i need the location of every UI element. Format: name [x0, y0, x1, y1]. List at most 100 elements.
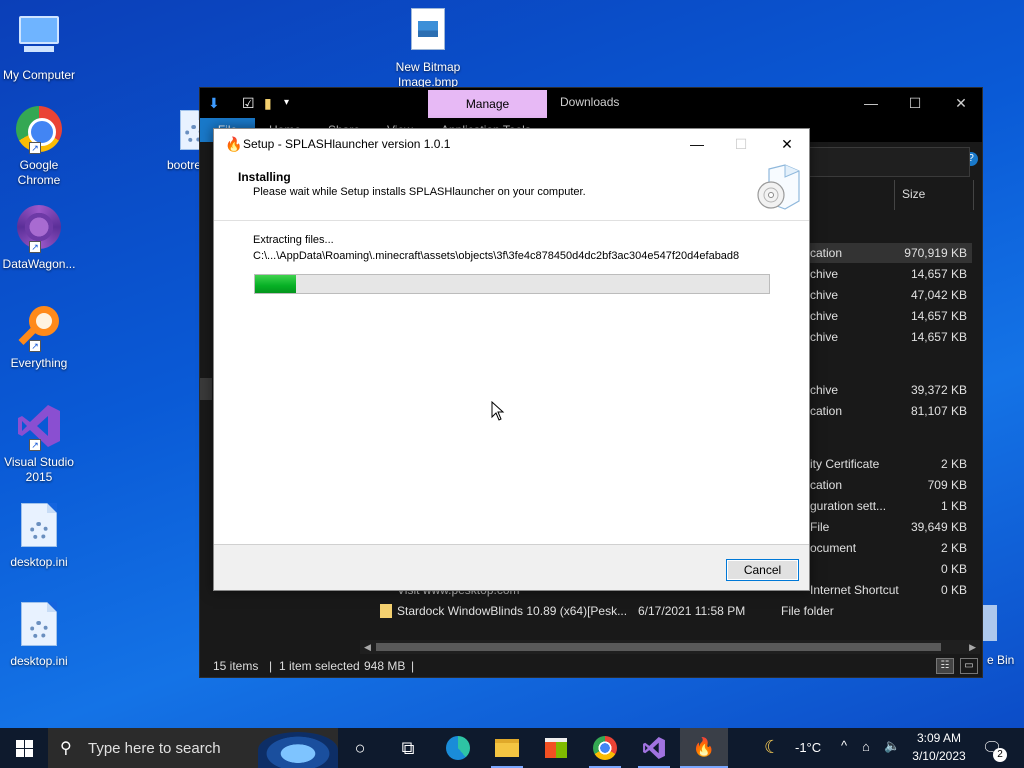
minimize-button[interactable]: — — [848, 88, 894, 118]
weather-temperature[interactable]: -1°C — [795, 740, 821, 755]
file-type[interactable]: chive — [810, 288, 838, 302]
maximize-button: ☐ — [734, 136, 748, 152]
tab-manage[interactable]: Manage — [428, 90, 547, 118]
file-type[interactable]: chive — [810, 383, 838, 397]
my-computer-icon — [15, 16, 63, 64]
close-button[interactable]: ✕ — [764, 129, 810, 159]
setup-flame-taskbar-icon[interactable]: 🔥 — [680, 728, 728, 768]
show-hidden-icons-chevron-icon[interactable]: ^ — [841, 738, 847, 753]
selection-count: 1 item selected — [279, 659, 360, 673]
setup-titlebar: 🔥 Setup - SPLASHlauncher version 1.0.1 —… — [214, 129, 809, 159]
recycle-bin-label: e Bin — [987, 653, 1015, 667]
file-name[interactable]: Stardock WindowBlinds 10.89 (x64)[Pesk..… — [397, 604, 627, 618]
volume-icon[interactable]: 🔈 — [884, 738, 900, 754]
shortcut-arrow-icon: ↗ — [29, 340, 41, 352]
navigation-pane-scrollbar[interactable] — [200, 378, 212, 400]
maximize-button[interactable]: ☐ — [892, 88, 938, 118]
cortana-icon[interactable]: ○ — [336, 728, 384, 768]
file-type[interactable]: File — [810, 520, 829, 534]
desktop-icon-everything[interactable]: ↗ Everything — [0, 304, 81, 371]
large-icons-view-icon[interactable]: ▭ — [960, 658, 978, 674]
shortcut-arrow-icon: ↗ — [29, 142, 41, 154]
desktop-icon-google-chrome[interactable]: ↗ Google Chrome — [0, 106, 81, 188]
page-subheading: Please wait while Setup installs SPLASHl… — [253, 186, 586, 198]
file-type[interactable]: cation — [810, 404, 842, 418]
download-arrow-icon[interactable]: ⬇ — [208, 95, 222, 111]
scroll-right-icon[interactable]: ▶ — [969, 640, 976, 654]
desktop-icon-label: Everything — [10, 356, 68, 370]
item-count: 15 items — [213, 659, 259, 673]
desktop-icon-new-bitmap[interactable]: New Bitmap Image.bmp — [386, 8, 470, 90]
status-divider: | — [269, 659, 273, 673]
setup-body: Extracting files... C:\...\AppData\Roami… — [214, 220, 809, 545]
file-type[interactable]: ity Certificate — [810, 457, 879, 471]
horizontal-scrollbar[interactable]: ◀ ▶ — [360, 640, 980, 654]
desktop-icon-label: My Computer — [2, 68, 76, 82]
file-type[interactable]: ocument — [810, 541, 856, 555]
flame-icon: 🔥 — [225, 136, 243, 152]
bitmap-file-icon — [404, 8, 452, 56]
file-type[interactable]: chive — [810, 267, 838, 281]
file-explorer-icon[interactable] — [483, 728, 531, 768]
desktop-icon-label: DataWagon... — [2, 257, 76, 271]
file-size: 1 KB — [940, 499, 967, 513]
taskbar-search-box[interactable]: ⚲ Type here to search — [48, 728, 338, 768]
mouse-cursor-icon — [491, 401, 505, 421]
file-folder-icon — [380, 604, 392, 618]
properties-icon[interactable]: ☑ — [242, 95, 256, 111]
file-type[interactable]: cation — [810, 246, 842, 260]
file-size: 14,657 KB — [910, 267, 967, 281]
current-file-path: C:\...\AppData\Roaming\.minecraft\assets… — [253, 250, 740, 262]
microsoft-store-icon[interactable] — [532, 728, 580, 768]
clock-time[interactable]: 3:09 AM — [911, 731, 967, 745]
desktop-icon-datawagon[interactable]: ↗ DataWagon... — [0, 205, 81, 272]
file-type: File folder — [781, 604, 834, 618]
file-size: 970,919 KB — [904, 246, 967, 260]
column-header-size[interactable]: Size — [902, 187, 925, 201]
desktop-icon-my-computer[interactable]: My Computer — [0, 10, 81, 83]
window-title: Downloads — [560, 95, 620, 109]
column-divider[interactable] — [973, 180, 974, 210]
visual-studio-icon: ↗ — [15, 403, 63, 451]
desktop-icon-label: desktop.ini — [10, 654, 68, 668]
file-type[interactable]: guration sett... — [810, 499, 886, 513]
desktop-icon-label: Visual Studio 2015 — [4, 455, 74, 484]
task-view-icon[interactable]: ⧉ — [384, 728, 432, 768]
file-size: 14,657 KB — [910, 330, 967, 344]
start-button[interactable] — [0, 728, 48, 768]
file-type[interactable]: cation — [810, 478, 842, 492]
chrome-icon[interactable] — [581, 728, 629, 768]
minimize-button[interactable]: — — [674, 129, 720, 159]
new-folder-icon[interactable]: ▮ — [264, 95, 278, 111]
scrollbar-thumb[interactable] — [376, 643, 941, 651]
search-input[interactable] — [790, 147, 970, 177]
column-divider[interactable] — [894, 180, 895, 210]
progress-bar-fill — [255, 275, 297, 293]
details-view-icon[interactable]: ☷ — [936, 658, 954, 674]
desktop-icon-label: Google Chrome — [17, 158, 61, 187]
edge-icon[interactable] — [434, 728, 482, 768]
file-date: 6/17/2021 11:58 PM — [638, 604, 746, 618]
cancel-button[interactable]: Cancel — [726, 559, 799, 581]
notification-count-badge: 2 — [993, 748, 1007, 762]
file-size: 2 KB — [940, 541, 967, 555]
close-button[interactable]: ✕ — [938, 88, 984, 118]
desktop-icon-desktop-ini-2[interactable]: desktop.ini — [0, 602, 81, 669]
desktop-icon-visual-studio[interactable]: ↗ Visual Studio 2015 — [0, 403, 81, 485]
status-text: Extracting files... — [253, 234, 334, 246]
explorer-titlebar: ⬇ ☑ ▮ ▾ Manage Downloads — ☐ ✕ — [200, 88, 982, 118]
file-size: 39,649 KB — [910, 520, 967, 534]
clock-date[interactable]: 3/10/2023 — [911, 749, 967, 763]
file-size: 0 KB — [940, 583, 967, 597]
desktop-icon-desktop-ini-1[interactable]: desktop.ini — [0, 503, 81, 570]
network-icon[interactable]: ⌂ — [862, 739, 870, 754]
visual-studio-icon[interactable] — [630, 728, 678, 768]
customize-quick-access-icon[interactable]: ▾ — [284, 95, 298, 111]
status-divider: | — [411, 659, 415, 673]
file-type[interactable]: chive — [810, 309, 838, 323]
weather-moon-icon[interactable]: ☾ — [764, 737, 780, 758]
scroll-left-icon[interactable]: ◀ — [364, 640, 371, 654]
search-highlight-art-icon[interactable] — [258, 732, 338, 768]
file-type[interactable]: chive — [810, 330, 838, 344]
recycle-bin-icon[interactable] — [983, 605, 997, 641]
